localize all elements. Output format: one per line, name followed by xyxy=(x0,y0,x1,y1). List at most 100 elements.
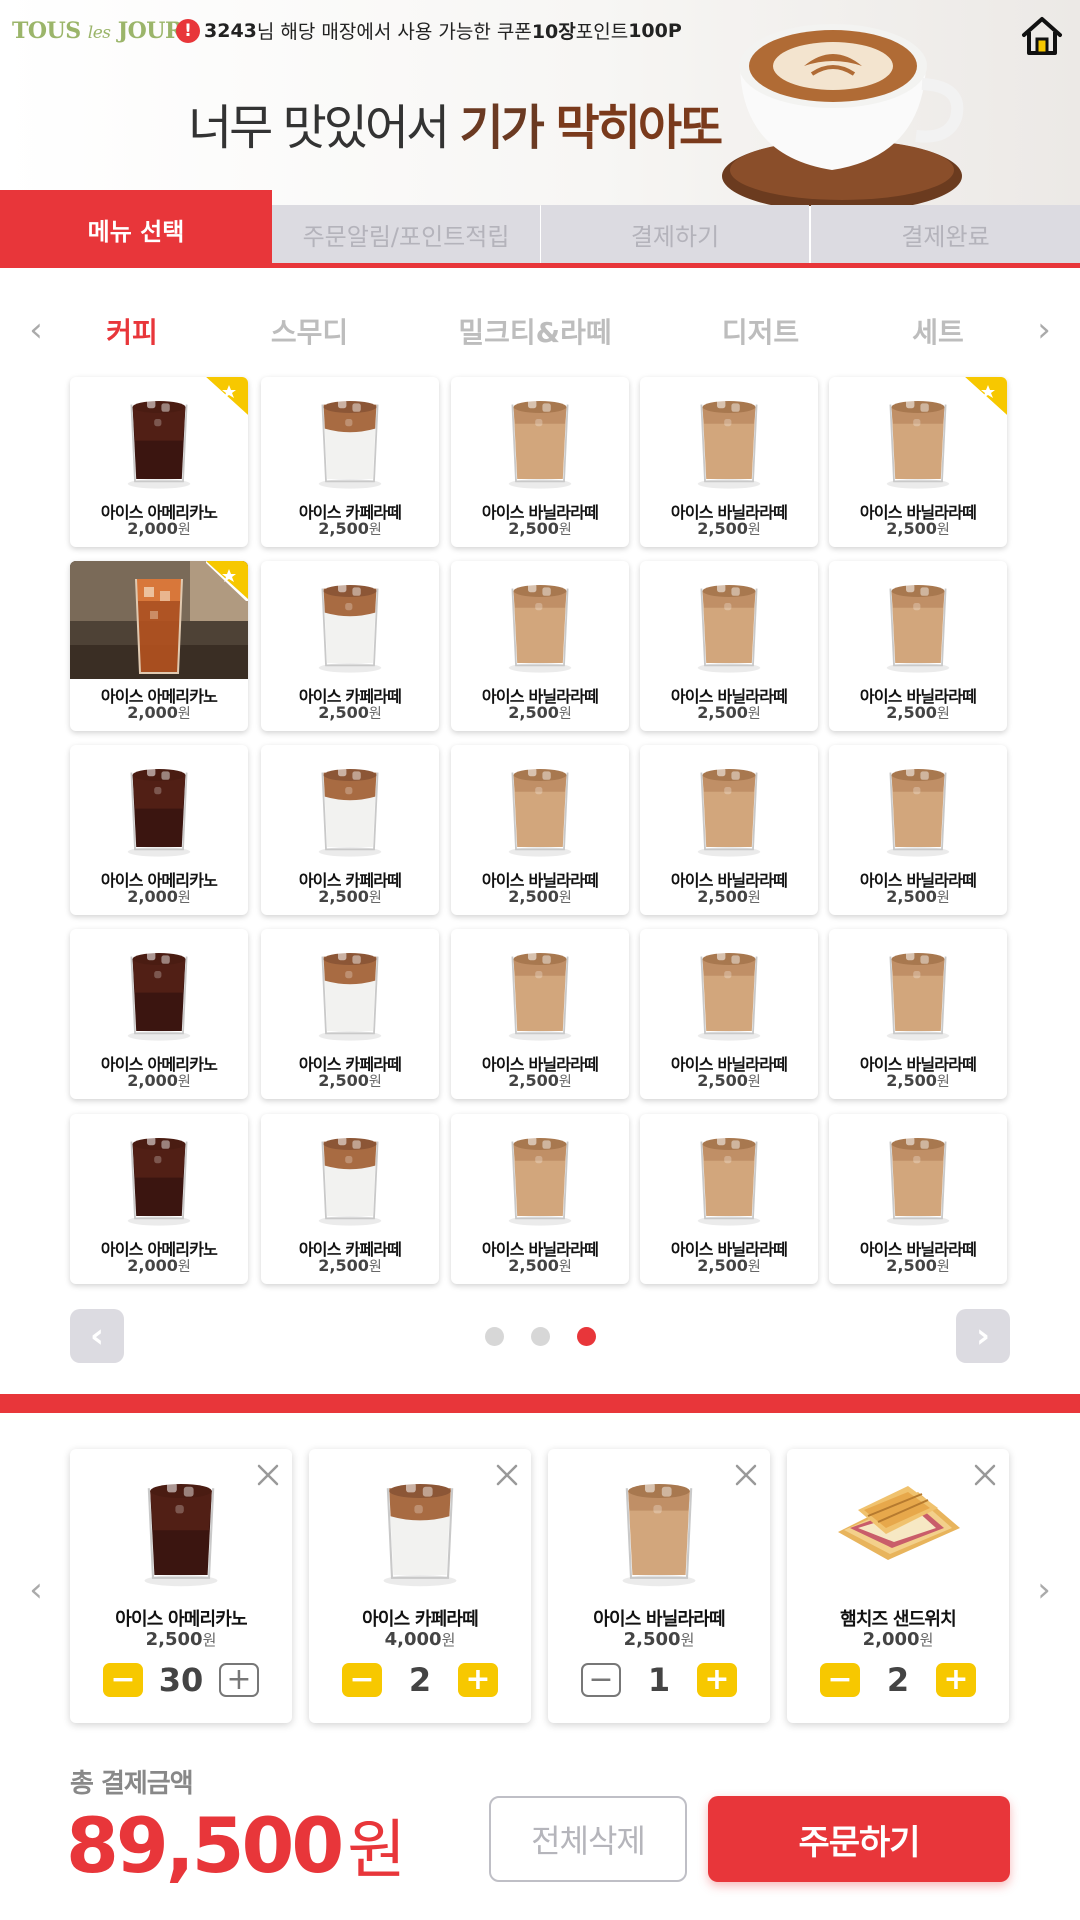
product-card[interactable]: 아이스 바닐라라떼 2,500원 xyxy=(829,561,1007,731)
product-card[interactable]: 아이스 바닐라라떼 2,500원 xyxy=(451,745,629,915)
product-price-unit: 원 xyxy=(177,706,191,722)
product-price: 2,500원 xyxy=(261,519,439,539)
product-price-unit: 원 xyxy=(177,522,191,538)
decrease-quantity-button[interactable]: − xyxy=(342,1663,382,1697)
clear-all-button[interactable]: 전체삭제 xyxy=(489,1796,687,1882)
product-card[interactable]: 아이스 카페라떼 2,500원 xyxy=(261,561,439,731)
product-price-unit: 원 xyxy=(747,706,761,722)
step-payment-complete[interactable]: 결제완료 xyxy=(811,205,1080,263)
quantity-stepper: −2 + xyxy=(309,1661,531,1701)
remove-item-button[interactable] xyxy=(256,1463,280,1487)
product-card[interactable]: 아이스 카페라떼 2,500원 xyxy=(261,377,439,547)
star-badge-icon xyxy=(206,377,248,417)
category-tab-smoothie[interactable]: 스무디 xyxy=(262,311,357,351)
coffee-cup-image xyxy=(722,24,964,206)
product-price-unit: 원 xyxy=(368,706,382,722)
category-tab-milktea-latte[interactable]: 밀크티&라떼 xyxy=(455,311,615,351)
cart-item: 아이스 카페라떼 4,000원 −2 + xyxy=(309,1449,531,1723)
increase-quantity-button[interactable]: + xyxy=(936,1663,976,1697)
product-price: 2,500원 xyxy=(829,887,1007,907)
step-menu-select[interactable]: 메뉴 선택 xyxy=(0,190,272,268)
step-payment[interactable]: 결제하기 xyxy=(541,205,809,263)
product-image xyxy=(261,561,439,679)
close-icon xyxy=(974,1464,996,1486)
product-image xyxy=(451,561,629,679)
product-card[interactable]: 아이스 아메리카노 2,000원 xyxy=(70,561,248,731)
remove-item-button[interactable] xyxy=(973,1463,997,1487)
cart-item-name: 햄치즈 샌드위치 xyxy=(840,1609,957,1630)
product-price: 2,500원 xyxy=(451,1071,629,1091)
section-divider xyxy=(0,1394,1080,1413)
cart-next-button[interactable]: › xyxy=(1032,1570,1056,1610)
product-price: 2,500원 xyxy=(451,703,629,723)
order-steps: 메뉴 선택 주문알림/포인트적립 결제하기 결제완료 xyxy=(0,190,1080,278)
order-button[interactable]: 주문하기 xyxy=(708,1796,1010,1882)
product-card[interactable]: 아이스 바닐라라떼 2,500원 xyxy=(640,377,818,547)
home-icon xyxy=(1022,17,1062,55)
cart-item-price: 2,500원 xyxy=(548,1629,770,1650)
product-card[interactable]: 아이스 바닐라라떼 2,500원 xyxy=(451,561,629,731)
page-next-button[interactable]: › xyxy=(956,1309,1010,1363)
banner-slogan-accent: 기가 xyxy=(459,100,556,156)
product-price-value: 2,500 xyxy=(318,703,369,722)
coupon-count: 10장 xyxy=(531,21,576,43)
increase-quantity-button[interactable]: + xyxy=(458,1663,498,1697)
product-price: 2,500원 xyxy=(261,703,439,723)
page-prev-button[interactable]: ‹ xyxy=(70,1309,124,1363)
decrease-quantity-button[interactable]: − xyxy=(581,1663,621,1697)
product-price-unit: 원 xyxy=(558,1259,572,1275)
product-price-value: 2,500 xyxy=(318,519,369,538)
category-tab-coffee[interactable]: 커피 xyxy=(100,311,164,351)
product-card[interactable]: 아이스 바닐라라떼 2,500원 xyxy=(640,561,818,731)
cart-item-name: 아이스 카페라떼 xyxy=(362,1609,479,1630)
product-price-value: 2,500 xyxy=(697,1071,748,1090)
product-price-value: 2,000 xyxy=(127,519,178,538)
category-tab-set[interactable]: 세트 xyxy=(906,311,970,351)
product-image xyxy=(70,745,248,863)
quantity-value: 30 xyxy=(158,1661,204,1699)
decrease-quantity-button[interactable]: − xyxy=(103,1663,143,1697)
product-card[interactable]: 아이스 아메리카노 2,000원 xyxy=(70,745,248,915)
increase-quantity-button[interactable]: + xyxy=(219,1663,259,1697)
product-card[interactable]: 아이스 바닐라라떼 2,500원 xyxy=(829,377,1007,547)
product-card[interactable]: 아이스 아메리카노 2,000원 xyxy=(70,1114,248,1284)
total-amount-value: 89,500 xyxy=(66,1801,344,1890)
header-banner: TOUS les JOURS ! 3243 님 해당 매장에서 사용 가능한 쿠… xyxy=(0,0,1080,206)
product-card[interactable]: 아이스 아메리카노 2,000원 xyxy=(70,929,248,1099)
product-card[interactable]: 아이스 바닐라라떼 2,500원 xyxy=(451,1114,629,1284)
product-price-unit: 원 xyxy=(747,522,761,538)
cart-item-price: 4,000원 xyxy=(309,1629,531,1650)
product-card[interactable]: 아이스 카페라떼 2,500원 xyxy=(261,929,439,1099)
category-tab-dessert[interactable]: 디저트 xyxy=(713,311,808,351)
remove-item-button[interactable] xyxy=(495,1463,519,1487)
cart-item-price-value: 2,500 xyxy=(623,1629,681,1650)
plus-icon: + xyxy=(943,1662,969,1697)
category-prev-button[interactable]: ‹ xyxy=(24,310,48,350)
home-button[interactable] xyxy=(1018,14,1066,58)
product-card[interactable]: 아이스 바닐라라떼 2,500원 xyxy=(829,745,1007,915)
page-dot-2[interactable] xyxy=(531,1327,550,1346)
decrease-quantity-button[interactable]: − xyxy=(820,1663,860,1697)
page-dot-3[interactable] xyxy=(577,1327,596,1346)
cart-prev-button[interactable]: ‹ xyxy=(24,1570,48,1610)
step-order-notice-points[interactable]: 주문알림/포인트적립 xyxy=(272,205,540,263)
category-next-button[interactable]: › xyxy=(1032,310,1056,350)
product-card[interactable]: 아이스 바닐라라떼 2,500원 xyxy=(640,1114,818,1284)
cart-item: 햄치즈 샌드위치 2,000원 −2 + xyxy=(787,1449,1009,1723)
page-dot-1[interactable] xyxy=(485,1327,504,1346)
product-card[interactable]: 아이스 카페라떼 2,500원 xyxy=(261,1114,439,1284)
banner-slogan-accent-2: 막히아또 xyxy=(555,100,724,156)
product-card[interactable]: 아이스 바닐라라떼 2,500원 xyxy=(829,1114,1007,1284)
product-card[interactable]: 아이스 바닐라라떼 2,500원 xyxy=(451,929,629,1099)
product-card[interactable]: 아이스 아메리카노 2,000원 xyxy=(70,377,248,547)
product-card[interactable]: 아이스 바닐라라떼 2,500원 xyxy=(640,929,818,1099)
product-image xyxy=(451,377,629,495)
product-card[interactable]: 아이스 카페라떼 2,500원 xyxy=(261,745,439,915)
remove-item-button[interactable] xyxy=(734,1463,758,1487)
product-card[interactable]: 아이스 바닐라라떼 2,500원 xyxy=(451,377,629,547)
product-card[interactable]: 아이스 바닐라라떼 2,500원 xyxy=(640,745,818,915)
increase-quantity-button[interactable]: + xyxy=(697,1663,737,1697)
product-price: 2,500원 xyxy=(261,1256,439,1276)
product-price: 2,500원 xyxy=(829,1256,1007,1276)
product-card[interactable]: 아이스 바닐라라떼 2,500원 xyxy=(829,929,1007,1099)
